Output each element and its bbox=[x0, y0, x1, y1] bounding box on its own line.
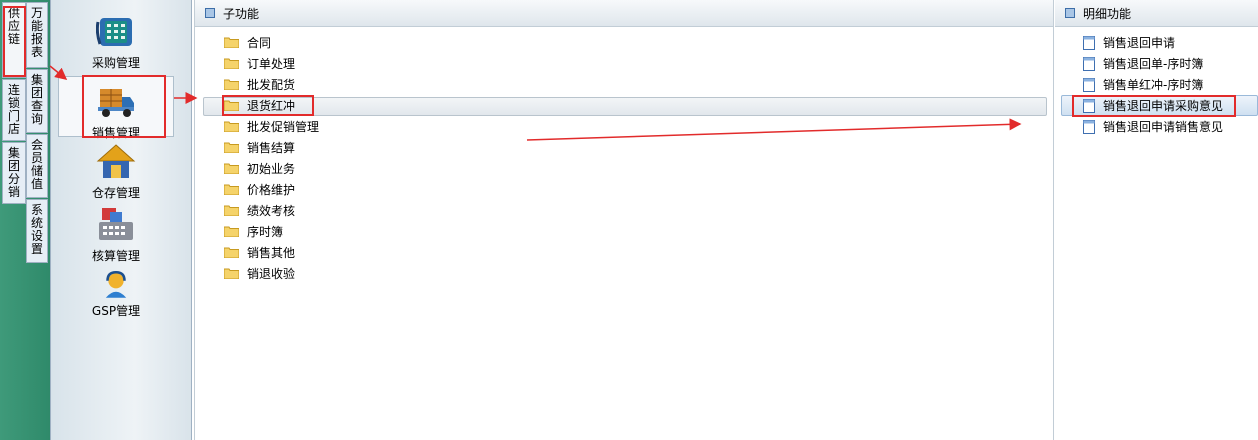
module-label: 核算管理 bbox=[91, 249, 140, 263]
sub-function-label: 销售其他 bbox=[247, 246, 296, 260]
sub-function-item[interactable]: 初始业务 bbox=[224, 159, 295, 178]
cash-register-icon bbox=[99, 208, 133, 240]
module-gsp[interactable]: GSP管理 bbox=[60, 270, 172, 319]
document-icon bbox=[1083, 56, 1095, 71]
folder-icon bbox=[224, 184, 239, 195]
module-warehouse[interactable]: 仓存管理 bbox=[60, 142, 172, 201]
sub-function-item[interactable]: 销售其他 bbox=[224, 243, 295, 262]
sub-function-item[interactable]: 批发配货 bbox=[224, 75, 295, 94]
module-purchase[interactable]: 采购管理 bbox=[60, 12, 172, 71]
selected-row-highlight bbox=[203, 97, 1047, 116]
tab-universal-reports[interactable]: 万能报表 bbox=[26, 2, 48, 68]
folder-icon bbox=[224, 247, 239, 258]
folder-icon bbox=[224, 226, 239, 237]
document-icon bbox=[1083, 77, 1095, 92]
sub-function-header: 子功能 bbox=[195, 0, 1053, 27]
header-bullet-icon bbox=[1065, 8, 1075, 18]
sub-function-label: 序时簿 bbox=[247, 225, 284, 239]
sub-function-label: 销售结算 bbox=[247, 141, 296, 155]
sub-function-item[interactable]: 序时簿 bbox=[224, 222, 283, 241]
detail-function-item[interactable]: 销售退回申请销售意见 bbox=[1083, 117, 1223, 136]
annotation-box-sales bbox=[82, 75, 166, 138]
tab-member-stored-value[interactable]: 会员储值 bbox=[26, 134, 48, 198]
annotation-box-supply-chain bbox=[3, 6, 26, 77]
folder-icon bbox=[224, 37, 239, 48]
sub-function-label: 初始业务 bbox=[247, 162, 296, 176]
tab-group-distribution[interactable]: 集团分销 bbox=[2, 142, 26, 204]
sub-function-label: 订单处理 bbox=[247, 57, 296, 71]
module-accounting[interactable]: 核算管理 bbox=[60, 205, 172, 264]
folder-icon bbox=[224, 142, 239, 153]
tab-system-settings[interactable]: 系统设置 bbox=[26, 199, 48, 263]
folder-icon bbox=[224, 58, 239, 69]
module-label: 仓存管理 bbox=[91, 186, 140, 200]
sub-function-item[interactable]: 销售结算 bbox=[224, 138, 295, 157]
detail-function-item[interactable]: 销售退回申请 bbox=[1083, 33, 1175, 52]
detail-function-label: 销售单红冲-序时簿 bbox=[1103, 78, 1204, 92]
sub-function-item[interactable]: 合同 bbox=[224, 33, 271, 52]
document-icon bbox=[1083, 119, 1095, 134]
phone-calculator-icon bbox=[96, 18, 132, 46]
folder-icon bbox=[224, 268, 239, 279]
sub-function-label: 价格维护 bbox=[247, 183, 296, 197]
sub-function-item[interactable]: 销退收验 bbox=[224, 264, 295, 283]
detail-function-item[interactable]: 销售单红冲-序时簿 bbox=[1083, 75, 1203, 94]
folder-icon bbox=[224, 163, 239, 174]
sub-function-label: 合同 bbox=[247, 36, 272, 50]
tab-label: 连锁门店 bbox=[7, 83, 20, 136]
panel-title: 子功能 bbox=[223, 6, 260, 21]
tab-label: 系统设置 bbox=[30, 203, 43, 256]
header-bullet-icon bbox=[205, 8, 215, 18]
tab-label: 万能报表 bbox=[30, 6, 43, 59]
sub-function-label: 批发促销管理 bbox=[247, 120, 320, 134]
folder-icon bbox=[224, 79, 239, 90]
module-label: 采购管理 bbox=[91, 56, 140, 70]
sub-function-label: 销退收验 bbox=[247, 267, 296, 281]
detail-function-item[interactable]: 销售退回单-序时簿 bbox=[1083, 54, 1203, 73]
folder-icon bbox=[224, 121, 239, 132]
sub-function-item[interactable]: 绩效考核 bbox=[224, 201, 295, 220]
tab-label: 集团分销 bbox=[7, 146, 20, 199]
detail-function-label: 销售退回申请销售意见 bbox=[1103, 120, 1224, 134]
document-icon bbox=[1083, 35, 1095, 50]
sub-function-item[interactable]: 价格维护 bbox=[224, 180, 295, 199]
annotation-box-return bbox=[222, 95, 314, 116]
warehouse-house-icon bbox=[96, 144, 136, 178]
sub-function-item[interactable]: 批发促销管理 bbox=[224, 117, 319, 136]
module-label: GSP管理 bbox=[91, 304, 141, 318]
tab-label: 会员储值 bbox=[30, 138, 43, 191]
sub-function-label: 批发配货 bbox=[247, 78, 296, 92]
detail-function-label: 销售退回申请 bbox=[1103, 36, 1176, 50]
detail-function-header: 明细功能 bbox=[1055, 0, 1258, 27]
sub-function-item[interactable]: 订单处理 bbox=[224, 54, 295, 73]
sub-function-panel: 子功能 bbox=[194, 0, 1054, 440]
detail-function-label: 销售退回单-序时簿 bbox=[1103, 57, 1204, 71]
folder-icon bbox=[224, 205, 239, 216]
tab-group-query[interactable]: 集团查询 bbox=[26, 69, 48, 133]
annotation-box-detail bbox=[1072, 95, 1236, 117]
tab-chain-stores[interactable]: 连锁门店 bbox=[2, 79, 26, 141]
tab-label: 集团查询 bbox=[30, 73, 43, 126]
sub-function-label: 绩效考核 bbox=[247, 204, 296, 218]
support-person-icon bbox=[105, 270, 127, 298]
panel-title: 明细功能 bbox=[1083, 6, 1132, 21]
